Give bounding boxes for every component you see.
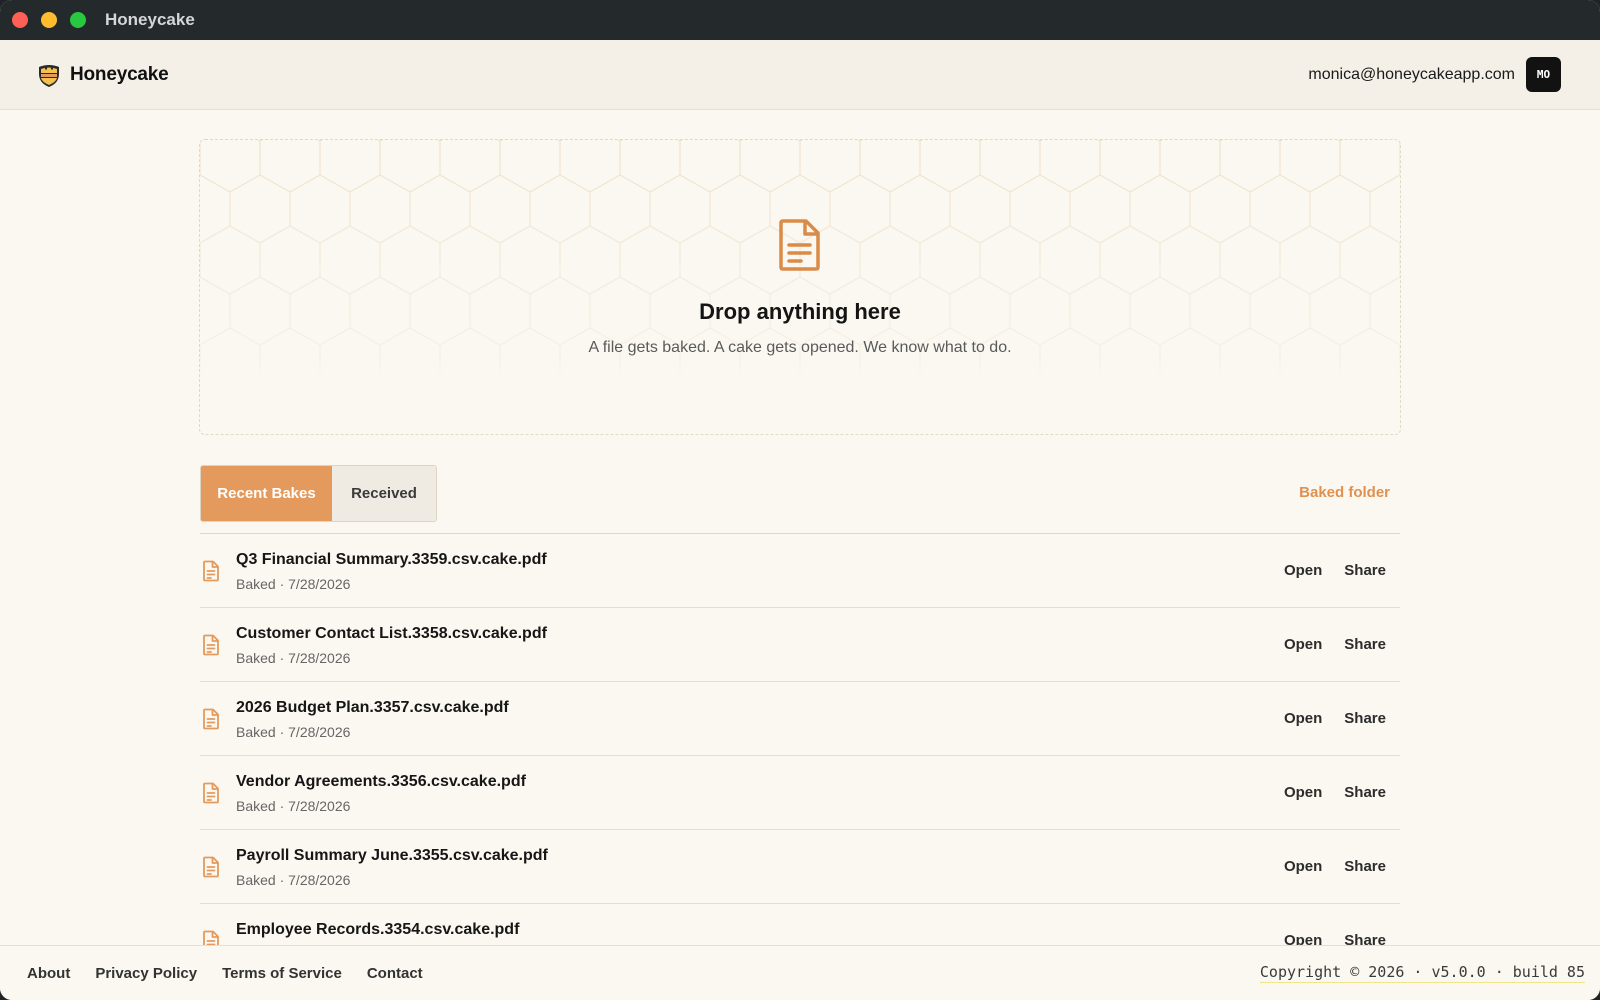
brand[interactable]: Honeycake <box>36 62 169 88</box>
footer: About Privacy Policy Terms of Service Co… <box>0 945 1600 1000</box>
user-email: monica@honeycakeapp.com <box>1308 65 1515 83</box>
drop-zone-subtitle: A file gets baked. A cake gets opened. W… <box>588 339 1012 356</box>
file-meta: Baked · 7/28/2026 <box>236 872 351 888</box>
avatar[interactable]: MO <box>1526 57 1561 92</box>
app-window: Honeycake Honeycake monica@honeycakeapp.… <box>0 0 1600 1000</box>
file-meta: Baked · 7/28/2026 <box>236 576 351 592</box>
user-menu[interactable]: monica@honeycakeapp.com MO <box>1308 57 1561 92</box>
footer-links: About Privacy Policy Terms of Service Co… <box>27 965 448 982</box>
file-name: 2026 Budget Plan.3357.csv.cake.pdf <box>236 699 509 716</box>
open-button[interactable]: Open <box>1284 932 1322 945</box>
minimize-window-button[interactable] <box>41 12 57 28</box>
file-icon <box>203 782 219 804</box>
file-icon <box>203 708 219 730</box>
footer-link-contact[interactable]: Contact <box>367 965 423 982</box>
drop-zone-content: Drop anything here A file gets baked. A … <box>200 218 1400 357</box>
tab-bar: Recent Bakes Received <box>200 465 437 522</box>
file-meta: Baked · 7/28/2026 <box>236 724 351 740</box>
file-name: Employee Records.3354.csv.cake.pdf <box>236 921 520 938</box>
baked-folder-link[interactable]: Baked folder <box>1299 484 1390 501</box>
file-row[interactable]: Vendor Agreements.3356.csv.cake.pdf Baked… <box>200 756 1400 830</box>
share-button[interactable]: Share <box>1344 784 1386 801</box>
file-meta: Baked · 7/28/2026 <box>236 650 351 666</box>
window-title: Honeycake <box>105 10 195 29</box>
file-icon <box>203 856 219 878</box>
open-button[interactable]: Open <box>1284 562 1322 579</box>
file-row[interactable]: Employee Records.3354.csv.cake.pdfBaked … <box>200 904 1400 945</box>
file-icon <box>203 930 219 945</box>
file-list: Q3 Financial Summary.3359.csv.cake.pdf Ba… <box>200 533 1400 945</box>
list-toolbar: Recent Bakes Received Baked folder <box>200 465 1400 522</box>
close-window-button[interactable] <box>12 12 28 28</box>
file-actions: Open Share <box>1262 562 1386 579</box>
file-row[interactable]: Q3 Financial Summary.3359.csv.cake.pdf Ba… <box>200 534 1400 608</box>
honeycake-logo-icon <box>39 64 59 87</box>
open-button[interactable]: Open <box>1284 636 1322 653</box>
footer-link-terms[interactable]: Terms of Service <box>222 965 342 982</box>
app-header: Honeycake monica@honeycakeapp.com MO <box>0 40 1600 110</box>
share-button[interactable]: Share <box>1344 562 1386 579</box>
share-button[interactable]: Share <box>1344 636 1386 653</box>
file-name: Vendor Agreements.3356.csv.cake.pdf <box>236 773 526 790</box>
document-icon <box>779 219 820 271</box>
tab-received[interactable]: Received <box>332 466 436 521</box>
file-row[interactable]: Payroll Summary June.3355.csv.cake.pdf Ba… <box>200 830 1400 904</box>
file-icon <box>203 634 219 656</box>
file-meta: Baked · 7/28/2026 <box>236 798 351 814</box>
footer-link-about[interactable]: About <box>27 965 70 982</box>
file-actions: Open Share <box>1262 636 1386 653</box>
file-actions: Open Share <box>1262 858 1386 875</box>
open-button[interactable]: Open <box>1284 710 1322 727</box>
tab-recent-bakes[interactable]: Recent Bakes <box>201 466 332 521</box>
file-icon <box>203 560 219 582</box>
file-name: Customer Contact List.3358.csv.cake.pdf <box>236 625 547 642</box>
drop-zone[interactable]: Drop anything here A file gets baked. A … <box>199 139 1401 435</box>
file-row[interactable]: Customer Contact List.3358.csv.cake.pdf B… <box>200 608 1400 682</box>
share-button[interactable]: Share <box>1344 710 1386 727</box>
share-button[interactable]: Share <box>1344 932 1386 945</box>
open-button[interactable]: Open <box>1284 784 1322 801</box>
file-actions: Open Share <box>1262 784 1386 801</box>
app-name: Honeycake <box>70 63 169 85</box>
title-bar: Honeycake <box>0 0 1600 40</box>
file-row[interactable]: 2026 Budget Plan.3357.csv.cake.pdf Baked … <box>200 682 1400 756</box>
share-button[interactable]: Share <box>1344 858 1386 875</box>
main-content: Drop anything here A file gets baked. A … <box>0 110 1600 945</box>
file-name: Q3 Financial Summary.3359.csv.cake.pdf <box>236 551 547 568</box>
copyright-text: Copyright © 2026 · v5.0.0 · build 85 <box>1259 963 1585 983</box>
file-actions: Open Share <box>1262 710 1386 727</box>
drop-zone-title: Drop anything here <box>699 299 901 324</box>
file-actions: Open Share <box>1262 932 1386 945</box>
open-button[interactable]: Open <box>1284 858 1322 875</box>
footer-link-privacy[interactable]: Privacy Policy <box>95 965 197 982</box>
zoom-window-button[interactable] <box>70 12 86 28</box>
file-name: Payroll Summary June.3355.csv.cake.pdf <box>236 847 548 864</box>
